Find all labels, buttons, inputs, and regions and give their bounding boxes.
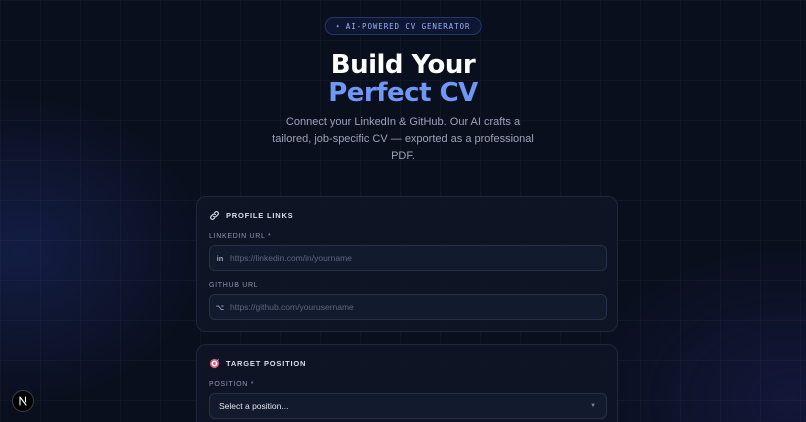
- position-select[interactable]: Select a position... ▼: [209, 393, 607, 419]
- hero-badge: ✦ AI-POWERED CV GENERATOR: [324, 17, 482, 35]
- hero-title-line1: Build Your: [330, 50, 476, 80]
- hero-badge-label: AI-POWERED CV GENERATOR: [345, 21, 471, 31]
- sparkle-icon: ✦: [335, 22, 341, 30]
- target-position-card: TARGET POSITION POSITION * Select a posi…: [196, 344, 618, 422]
- github-url-input[interactable]: [230, 295, 606, 319]
- github-url-field[interactable]: ⌥: [209, 294, 607, 320]
- linkedin-url-field[interactable]: in: [209, 245, 607, 271]
- hero-subtitle: Connect your LinkedIn & GitHub. Our AI c…: [272, 116, 534, 162]
- target-position-header: TARGET POSITION: [209, 358, 306, 369]
- hero-title-line2: Perfect CV: [328, 78, 478, 108]
- target-position-heading: TARGET POSITION: [226, 359, 307, 368]
- profile-links-heading: PROFILE LINKS: [226, 211, 294, 220]
- profile-links-card: PROFILE LINKS LINKEDIN URL * in GITHUB U…: [196, 196, 618, 332]
- github-icon: ⌥: [215, 302, 225, 312]
- target-icon: [209, 358, 220, 369]
- nextjs-logo-icon[interactable]: [12, 390, 34, 412]
- linkedin-url-input[interactable]: [230, 246, 606, 270]
- linkedin-url-label: LINKEDIN URL *: [209, 233, 272, 240]
- position-select-value: Select a position...: [219, 401, 289, 411]
- link-icon: [209, 210, 220, 221]
- github-url-label: GITHUB URL: [209, 282, 259, 289]
- chevron-down-icon: ▼: [590, 403, 596, 409]
- position-label: POSITION *: [209, 381, 255, 388]
- profile-links-header: PROFILE LINKS: [209, 210, 294, 221]
- linkedin-icon: in: [216, 253, 224, 263]
